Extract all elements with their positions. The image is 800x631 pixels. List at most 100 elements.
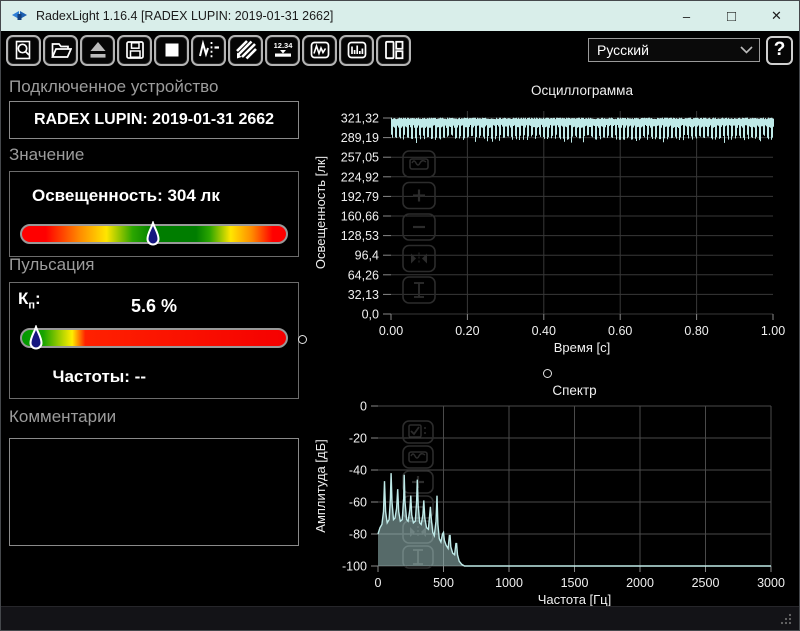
device-section-label: Подключенное устройство: [9, 77, 219, 96]
close-button[interactable]: ✕: [754, 1, 799, 31]
eject-device-button[interactable]: [80, 34, 115, 66]
pulsation-box: Кп: 5.6 % Частоты: --: [9, 282, 299, 399]
spectrum-x-tick: 2000: [626, 576, 654, 590]
oscillogram-y-tick: 321,32: [341, 112, 379, 126]
oscillogram-view-icon: [310, 41, 329, 59]
pulsation-hatch-icon: [235, 40, 257, 60]
digital-display-icon: 12.34: [273, 41, 293, 57]
oscillogram-waveform: [391, 117, 774, 143]
value-section-label: Значение: [9, 145, 85, 164]
zoom-out-button[interactable]: [402, 213, 436, 241]
toolbar: 12.34 Русский ?: [1, 31, 799, 69]
zoom-region-button[interactable]: [402, 445, 434, 469]
oscillogram-title: Осциллограмма: [531, 83, 633, 98]
autoscale-checkbox-button[interactable]: [402, 420, 434, 444]
spectrum-x-tick: 2500: [692, 576, 720, 590]
spectrum-y-tick: -40: [349, 464, 367, 478]
spectrum-view-button[interactable]: [339, 34, 374, 66]
oscillogram-y-tick: 257,05: [341, 151, 379, 165]
window-title: RadexLight 1.16.4 [RADEX LUPIN: 2019-01-…: [36, 9, 334, 23]
oscillogram-ylabel: Освещенность [лк]: [313, 156, 328, 269]
app-icon: [11, 9, 28, 23]
spectrum-x-tick: 500: [433, 576, 454, 590]
frequencies-label: Частоты: --: [52, 367, 146, 386]
spectrum-x-tick: 3000: [757, 576, 785, 590]
pulsation-hatch-button[interactable]: [228, 34, 263, 66]
device-box: RADEX LUPIN: 2019-01-31 2662: [9, 101, 299, 139]
illuminance-marker-icon: [146, 221, 160, 246]
spectrum-y-tick: -80: [349, 528, 367, 542]
spectrum-chart: Спектр Амплитуда [дБ] 0 -20 -40 -60 -80 -100 0 50…: [313, 383, 785, 607]
oscillogram-y-tick: 96,4: [355, 249, 379, 263]
device-name: RADEX LUPIN: 2019-01-31 2662: [33, 111, 275, 128]
language-select[interactable]: Русский: [588, 38, 760, 62]
spectrum-x-tick: 1500: [561, 576, 589, 590]
comments-input[interactable]: [9, 438, 299, 546]
oscillogram-y-tick: 128,53: [341, 229, 379, 243]
vertical-splitter-handle[interactable]: [298, 335, 307, 344]
fit-horizontal-button[interactable]: [402, 244, 436, 273]
oscillogram-x-tick: 0.40: [532, 324, 556, 338]
svg-text:12.34: 12.34: [273, 41, 293, 50]
oscillogram-y-tick: 224,92: [341, 170, 379, 184]
save-icon: [125, 41, 144, 59]
status-bar: [1, 606, 799, 630]
layout-panels-icon: [384, 40, 403, 60]
oscillogram-xlabel: Время [с]: [554, 340, 610, 355]
maximize-button[interactable]: □: [709, 1, 754, 31]
eject-device-icon: [90, 42, 105, 58]
kp-value: 5.6 %: [130, 296, 178, 316]
resize-grip-icon[interactable]: [779, 612, 793, 626]
digital-display-button[interactable]: 12.34: [265, 34, 300, 66]
oscillogram-x-tick: 0.60: [608, 324, 632, 338]
illuminance-scale-bar: [20, 221, 288, 246]
pulsation-scale-bar: [20, 325, 288, 350]
spectrum-y-tick: 0: [360, 400, 367, 414]
zoom-region-button[interactable]: [402, 150, 436, 178]
oscillogram-y-tick: 32,13: [348, 288, 379, 302]
stop-icon: [165, 43, 178, 57]
title-bar[interactable]: RadexLight 1.16.4 [RADEX LUPIN: 2019-01-…: [1, 1, 799, 31]
spectrum-title: Спектр: [552, 383, 596, 398]
chevron-down-icon: [740, 46, 753, 54]
device-search-button[interactable]: [6, 34, 41, 66]
comments-section-label: Комментарии: [9, 407, 117, 426]
language-value: Русский: [597, 42, 649, 58]
layout-panels-button[interactable]: [376, 34, 411, 66]
spectrum-y-tick: -20: [349, 432, 367, 446]
measurement-cursor-button[interactable]: [191, 34, 226, 66]
illuminance-reading: Освещенность: 304 лк: [32, 186, 220, 205]
pulsation-section-label: Пульсация: [9, 255, 95, 274]
help-button[interactable]: ?: [766, 35, 793, 65]
device-search-icon: [15, 40, 30, 60]
spectrum-y-tick: -100: [342, 560, 367, 574]
value-box: Освещенность: 304 лк: [9, 171, 299, 257]
open-file-icon: [50, 43, 72, 58]
spectrum-xlabel: Частота [Гц]: [538, 592, 612, 607]
zoom-in-button[interactable]: [402, 181, 436, 210]
measurement-cursor-icon: [198, 39, 219, 58]
oscillogram-x-tick: 0.20: [455, 324, 479, 338]
pulsation-marker-icon: [29, 325, 43, 350]
oscillogram-x-tick: 0.00: [379, 324, 403, 338]
oscillogram-y-tick: 64,26: [348, 268, 379, 282]
oscillogram-view-button[interactable]: [302, 34, 337, 66]
open-file-button[interactable]: [43, 34, 78, 66]
oscillogram-x-tick: 0.80: [684, 324, 708, 338]
stop-button[interactable]: [154, 34, 189, 66]
minimize-button[interactable]: –: [664, 1, 709, 31]
oscillogram-chart: Осциллограмма Освещенность [лк] 321,32 289,…: [313, 83, 785, 355]
spectrum-x-tick: 0: [375, 576, 382, 590]
oscillogram-x-tick: 1.00: [761, 324, 785, 338]
spectrum-view-icon: [347, 41, 366, 59]
spectrum-x-tick: 1000: [495, 576, 523, 590]
oscillogram-y-tick: 160,66: [341, 210, 379, 224]
save-button[interactable]: [117, 34, 152, 66]
spectrum-y-tick: -60: [349, 496, 367, 510]
spectrum-ylabel: Амплитуда [дБ]: [313, 439, 328, 532]
app-window: RadexLight 1.16.4 [RADEX LUPIN: 2019-01-…: [0, 0, 800, 631]
workspace: Подключенное устройство RADEX LUPIN: 201…: [1, 69, 799, 607]
oscillogram-y-tick: 0,0: [362, 308, 379, 322]
oscillogram-y-tick: 289,19: [341, 131, 379, 145]
fit-vertical-button[interactable]: [402, 276, 436, 304]
